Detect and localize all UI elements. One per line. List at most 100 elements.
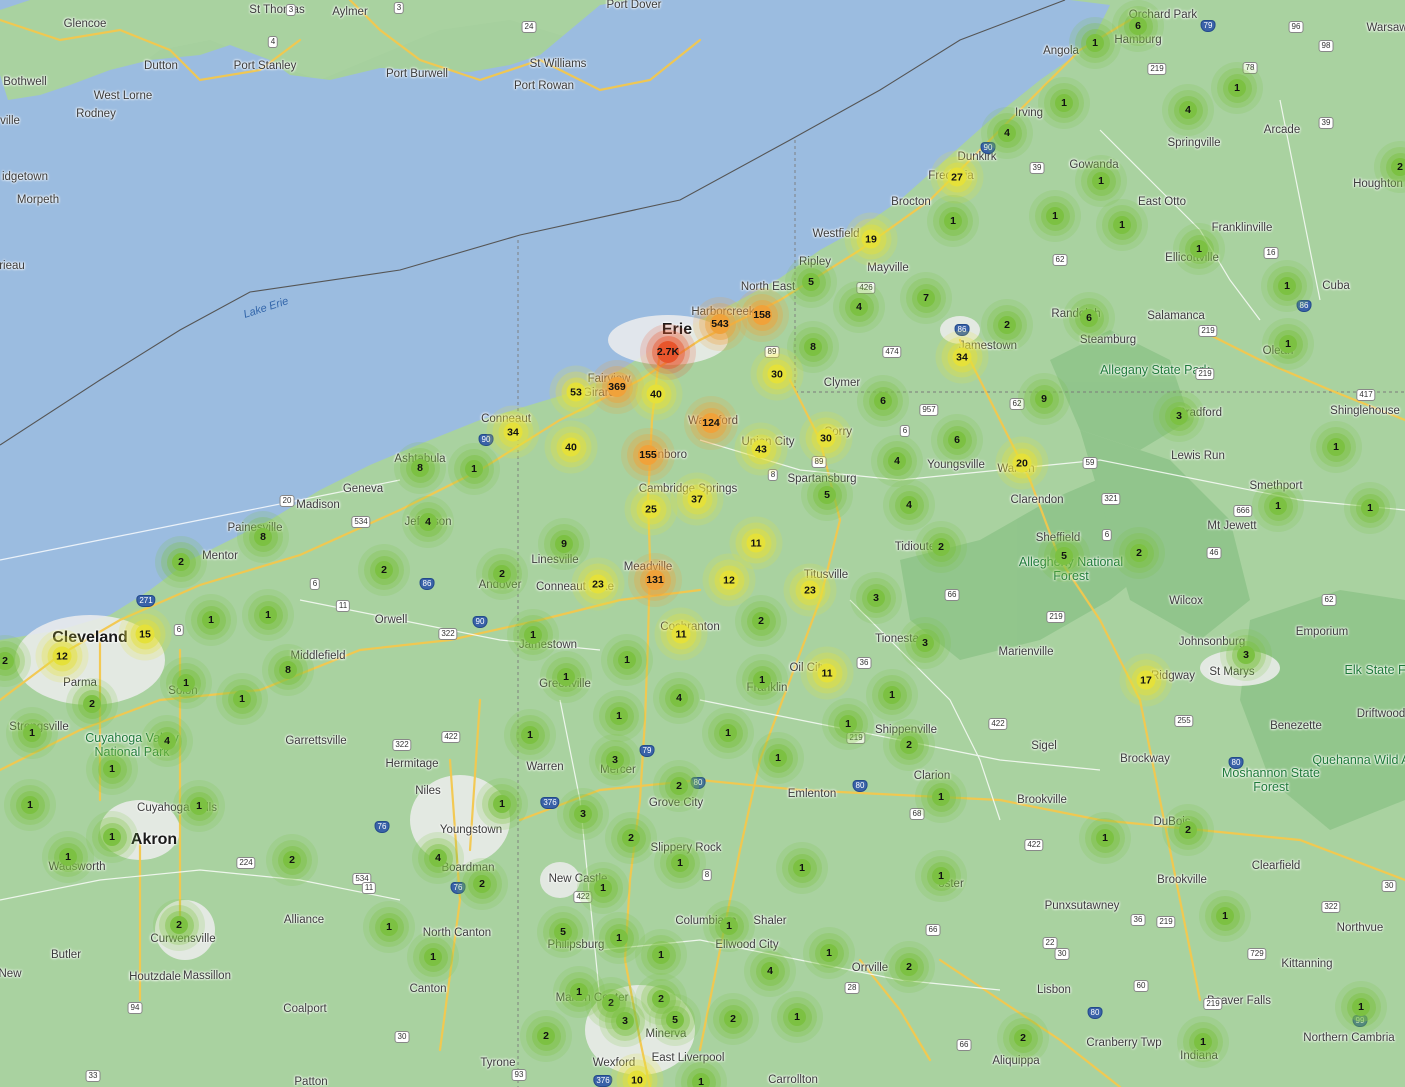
cluster-marker[interactable]: 1	[1335, 981, 1387, 1033]
cluster-marker[interactable]: 6	[1063, 292, 1115, 344]
cluster-marker[interactable]: 4	[833, 281, 885, 333]
cluster-marker[interactable]: 1	[1177, 1016, 1229, 1068]
cluster-marker[interactable]: 5	[649, 994, 701, 1046]
cluster-marker[interactable]: 53	[549, 365, 603, 419]
cluster-marker[interactable]: 2	[653, 760, 705, 812]
cluster-marker[interactable]: 1	[504, 709, 556, 761]
cluster-marker[interactable]: 40	[629, 367, 683, 421]
cluster-marker[interactable]: 1	[6, 707, 58, 759]
cluster-marker[interactable]: 1	[1252, 480, 1304, 532]
cluster-marker[interactable]: 1	[654, 837, 706, 889]
cluster-marker[interactable]: 4	[1162, 84, 1214, 136]
cluster-marker[interactable]: 2	[358, 544, 410, 596]
cluster-marker[interactable]: 1	[476, 778, 528, 830]
cluster-marker[interactable]: 1	[915, 850, 967, 902]
cluster-marker[interactable]: 1	[702, 707, 754, 759]
cluster-marker[interactable]: 34	[935, 330, 989, 384]
cluster-marker[interactable]: 2	[605, 812, 657, 864]
cluster-marker[interactable]: 2	[0, 635, 31, 687]
cluster-marker[interactable]: 9	[1018, 373, 1070, 425]
cluster-marker[interactable]: 30	[750, 347, 804, 401]
cluster-marker[interactable]: 155	[621, 428, 675, 482]
cluster-marker[interactable]: 2	[883, 719, 935, 771]
cluster-marker[interactable]: 5	[537, 906, 589, 958]
cluster-marker[interactable]: 8	[394, 442, 446, 494]
cluster-marker[interactable]: 43	[734, 422, 788, 476]
cluster-marker[interactable]: 3	[850, 572, 902, 624]
cluster-marker[interactable]: 11	[800, 646, 854, 700]
cluster-marker[interactable]: 1	[1262, 318, 1314, 370]
cluster-marker[interactable]: 6	[857, 375, 909, 427]
cluster-marker[interactable]: 1	[915, 771, 967, 823]
cluster-marker[interactable]: 3	[589, 734, 641, 786]
cluster-marker[interactable]: 1	[4, 779, 56, 831]
cluster-marker[interactable]: 2	[883, 941, 935, 993]
cluster-marker[interactable]: 2	[707, 993, 759, 1045]
cluster-marker[interactable]: 158	[735, 288, 789, 342]
cluster-marker[interactable]: 1	[1029, 190, 1081, 242]
cluster-marker[interactable]: 1	[1310, 421, 1362, 473]
cluster-marker[interactable]: 1	[242, 589, 294, 641]
cluster-marker[interactable]: 8	[237, 511, 289, 563]
cluster-marker[interactable]: 15	[118, 607, 172, 661]
cluster-marker[interactable]: 1	[173, 780, 225, 832]
cluster-marker[interactable]: 4	[653, 672, 705, 724]
cluster-marker[interactable]: 4	[402, 496, 454, 548]
cluster-marker[interactable]: 17	[1119, 653, 1173, 707]
cluster-marker[interactable]: 1	[752, 732, 804, 784]
cluster-marker[interactable]: 2	[266, 834, 318, 886]
cluster-marker[interactable]: 1	[1199, 890, 1251, 942]
cluster-marker[interactable]: 3	[599, 995, 651, 1047]
cluster-marker[interactable]: 1	[216, 673, 268, 725]
cluster-marker[interactable]: 37	[670, 472, 724, 526]
cluster-marker[interactable]: 2	[476, 548, 528, 600]
cluster-marker[interactable]: 25	[624, 482, 678, 536]
map-canvas[interactable]: Glencoe St Thomas Aylmer Port Dover Dutton Po…	[0, 0, 1405, 1087]
cluster-marker[interactable]: 1	[42, 831, 94, 883]
cluster-marker[interactable]: 1	[601, 634, 653, 686]
cluster-marker[interactable]: 1	[1038, 77, 1090, 129]
cluster-marker[interactable]: 2	[915, 521, 967, 573]
cluster-marker[interactable]: 1	[1261, 260, 1313, 312]
cluster-marker[interactable]: 3	[1220, 629, 1272, 681]
cluster-marker[interactable]: 11	[654, 607, 708, 661]
cluster-marker[interactable]: 5	[785, 256, 837, 308]
cluster-marker[interactable]: 1	[540, 651, 592, 703]
cluster-marker[interactable]: 3	[557, 788, 609, 840]
cluster-marker[interactable]: 2	[997, 1012, 1049, 1064]
cluster-marker[interactable]: 1	[160, 657, 212, 709]
cluster-marker[interactable]: 2	[155, 536, 207, 588]
cluster-marker[interactable]: 10	[610, 1053, 664, 1087]
cluster-marker[interactable]: 1	[822, 698, 874, 750]
cluster-marker[interactable]: 30	[799, 411, 853, 465]
cluster-marker[interactable]: 1	[1096, 199, 1148, 251]
cluster-marker[interactable]: 3	[1153, 390, 1205, 442]
cluster-marker[interactable]: 23	[571, 557, 625, 611]
cluster-marker[interactable]: 2	[1162, 804, 1214, 856]
cluster-marker[interactable]: 7	[900, 272, 952, 324]
cluster-marker[interactable]: 1	[803, 927, 855, 979]
cluster-marker[interactable]: 1	[448, 443, 500, 495]
cluster-marker[interactable]: 1	[86, 743, 138, 795]
cluster-marker[interactable]: 1	[1173, 223, 1225, 275]
cluster-marker[interactable]: 1	[771, 991, 823, 1043]
cluster-marker[interactable]: 2	[66, 678, 118, 730]
cluster-marker[interactable]: 20	[995, 436, 1049, 490]
cluster-marker[interactable]: 4	[141, 715, 193, 767]
cluster-marker[interactable]: 2	[1374, 141, 1405, 193]
cluster-marker[interactable]: 2	[1113, 527, 1165, 579]
cluster-marker[interactable]: 2	[456, 858, 508, 910]
cluster-marker[interactable]: 2	[735, 595, 787, 647]
cluster-marker[interactable]: 1	[407, 931, 459, 983]
cluster-marker[interactable]: 40	[544, 420, 598, 474]
cluster-marker[interactable]: 1	[776, 842, 828, 894]
cluster-marker[interactable]: 2	[981, 299, 1033, 351]
cluster-marker[interactable]: 5	[1038, 530, 1090, 582]
cluster-marker[interactable]: 3	[899, 617, 951, 669]
cluster-marker[interactable]: 4	[744, 945, 796, 997]
cluster-marker[interactable]: 2	[153, 899, 205, 951]
cluster-marker[interactable]: 6	[1112, 0, 1164, 52]
cluster-marker[interactable]: 1	[675, 1056, 727, 1087]
cluster-marker[interactable]: 1	[927, 195, 979, 247]
cluster-marker[interactable]: 12	[35, 629, 89, 683]
